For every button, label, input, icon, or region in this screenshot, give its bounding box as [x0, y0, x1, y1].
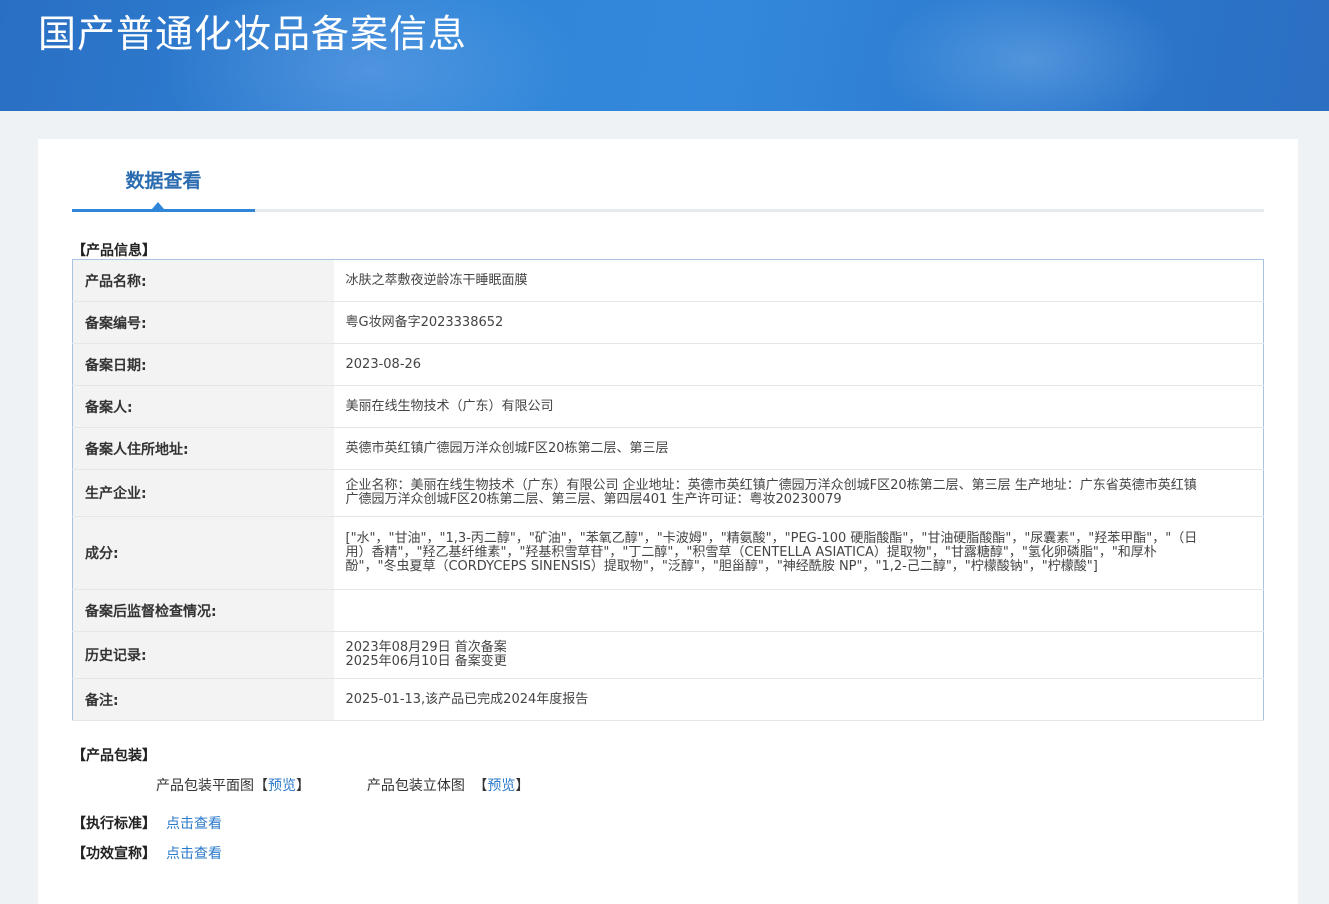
standard-view-link[interactable]: 点击查看	[166, 813, 222, 833]
history-entry: 2023年08月29日 首次备案	[345, 640, 507, 655]
bracket-close: 】	[515, 778, 530, 794]
row-label: 备案日期:	[72, 343, 334, 386]
manufacturer-value: 企业名称：美丽在线生物技术（广东）有限公司 企业地址：英德市英红镇广德园万洋众创…	[333, 469, 1264, 517]
row-label: 产品名称:	[72, 259, 334, 302]
tab-bar: 数据查看	[72, 159, 1264, 212]
table-row: 成分: ["水"，"甘油"，"1,3-丙二醇"，"矿油"，"苯氧乙醇"，"卡波姆…	[72, 516, 1264, 590]
packaging-row: 产品包装平面图【预览】 产品包装立体图 【预览】	[156, 775, 529, 795]
table-row: 历史记录: 2023年08月29日 首次备案 2025年06月10日 备案变更	[72, 631, 1264, 679]
standard-section-title: 【执行标准】	[72, 816, 156, 832]
supervision-value	[333, 589, 1264, 632]
table-row: 产品名称: 冰肤之萃敷夜逆龄冻干睡眠面膜	[72, 259, 1264, 302]
table-row: 备案人: 美丽在线生物技术（广东）有限公司	[72, 385, 1264, 428]
table-row: 备注: 2025-01-13,该产品已完成2024年度报告	[72, 678, 1264, 721]
filing-number-value: 粤G妆网备字2023338652	[333, 301, 1264, 344]
packaging-section-title: 【产品包装】	[72, 748, 156, 764]
table-row: 备案编号: 粤G妆网备字2023338652	[72, 301, 1264, 344]
row-label: 备案编号:	[72, 301, 334, 344]
filer-value: 美丽在线生物技术（广东）有限公司	[333, 385, 1264, 428]
preview-solid-link[interactable]: 预览	[487, 775, 515, 795]
row-label: 成分:	[72, 516, 334, 590]
preview-flat-link[interactable]: 预览	[268, 775, 296, 795]
row-label: 备案后监督检查情况:	[72, 589, 334, 632]
efficacy-view-link[interactable]: 点击查看	[166, 843, 222, 863]
row-label: 备案人住所地址:	[72, 427, 334, 470]
efficacy-section-title: 【功效宣称】	[72, 846, 156, 862]
packaging-solid-label: 产品包装立体图	[366, 778, 465, 794]
filing-date-value: 2023-08-26	[333, 343, 1264, 386]
row-label: 备案人:	[72, 385, 334, 428]
bracket-open: 【	[254, 778, 268, 794]
table-row: 备案日期: 2023-08-26	[72, 343, 1264, 386]
row-label: 历史记录:	[72, 631, 334, 679]
row-label: 生产企业:	[72, 469, 334, 517]
row-label: 备注:	[72, 678, 334, 721]
table-row: 生产企业: 企业名称：美丽在线生物技术（广东）有限公司 企业地址：英德市英红镇广…	[72, 469, 1264, 517]
tab-caret-icon	[152, 202, 164, 209]
history-entry: 2025年06月10日 备案变更	[345, 654, 507, 669]
product-name-value: 冰肤之萃敷夜逆龄冻干睡眠面膜	[333, 259, 1264, 302]
bracket-open: 【	[473, 778, 488, 794]
bracket-close: 】	[296, 778, 310, 794]
tab-active-indicator	[72, 209, 255, 212]
ingredients-value: ["水"，"甘油"，"1,3-丙二醇"，"矿油"，"苯氧乙醇"，"卡波姆"，"精…	[333, 516, 1264, 590]
remarks-value: 2025-01-13,该产品已完成2024年度报告	[333, 678, 1264, 721]
banner-decoration	[880, 0, 1180, 111]
header-banner: 国产普通化妆品备案信息	[0, 0, 1329, 111]
product-info-section-title: 【产品信息】	[72, 243, 156, 259]
content-card: 数据查看 【产品信息】 产品名称: 冰肤之萃敷夜逆龄冻干睡眠面膜 备案编号: 粤…	[38, 139, 1298, 904]
page-title: 国产普通化妆品备案信息	[38, 12, 468, 56]
history-value: 2023年08月29日 首次备案 2025年06月10日 备案变更	[333, 631, 1264, 679]
table-row: 备案人住所地址: 英德市英红镇广德园万洋众创城F区20栋第二层、第三层	[72, 427, 1264, 470]
table-row: 备案后监督检查情况:	[72, 589, 1264, 632]
product-info-table: 产品名称: 冰肤之萃敷夜逆龄冻干睡眠面膜 备案编号: 粤G妆网备字2023338…	[72, 259, 1264, 721]
filer-address-value: 英德市英红镇广德园万洋众创城F区20栋第二层、第三层	[333, 427, 1264, 470]
packaging-flat-label: 产品包装平面图	[156, 778, 254, 794]
